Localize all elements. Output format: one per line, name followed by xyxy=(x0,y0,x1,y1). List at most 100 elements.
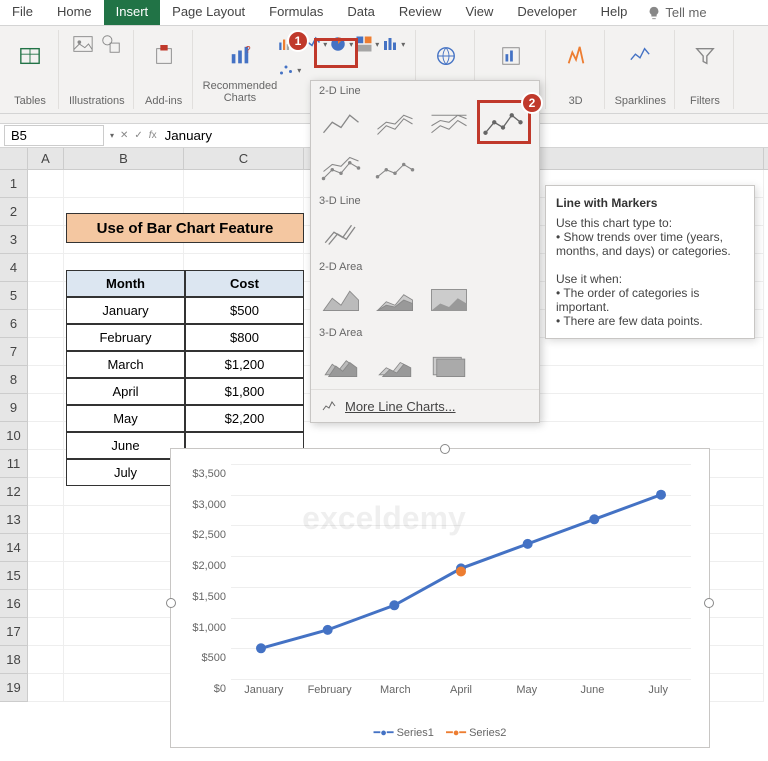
row-header[interactable]: 15 xyxy=(0,562,28,590)
3d-area-stacked-icon[interactable] xyxy=(371,347,419,385)
area-icon[interactable] xyxy=(317,281,365,319)
tab-view[interactable]: View xyxy=(453,0,505,25)
cell[interactable] xyxy=(28,282,64,310)
cell[interactable] xyxy=(28,366,64,394)
col-header-c[interactable]: C xyxy=(184,148,304,169)
tab-pagelayout[interactable]: Page Layout xyxy=(160,0,257,25)
recommended-charts-button[interactable]: ? xyxy=(220,32,260,80)
td-month[interactable]: May xyxy=(66,405,185,432)
row-header[interactable]: 11 xyxy=(0,450,28,478)
line-stacked-icon[interactable] xyxy=(371,105,419,143)
cell[interactable] xyxy=(184,170,304,198)
fx-icon[interactable]: fx xyxy=(149,130,157,141)
row-header[interactable]: 5 xyxy=(0,282,28,310)
name-box[interactable] xyxy=(4,125,104,146)
row-header[interactable]: 10 xyxy=(0,422,28,450)
tables-button[interactable] xyxy=(10,32,50,80)
cell[interactable] xyxy=(64,170,184,198)
cancel-icon[interactable]: ✕ xyxy=(120,130,128,141)
cell[interactable] xyxy=(28,478,64,506)
tab-home[interactable]: Home xyxy=(45,0,104,25)
cell[interactable] xyxy=(28,338,64,366)
td-cost[interactable]: $1,800 xyxy=(185,378,304,405)
cell[interactable] xyxy=(28,422,64,450)
tab-review[interactable]: Review xyxy=(387,0,454,25)
more-line-charts[interactable]: More Line Charts... xyxy=(311,389,539,422)
row-header[interactable]: 2 xyxy=(0,198,28,226)
tell-me[interactable]: Tell me xyxy=(639,0,714,25)
cell[interactable] xyxy=(64,646,184,674)
td-cost[interactable]: $1,200 xyxy=(185,351,304,378)
3dmap-button[interactable] xyxy=(556,32,596,80)
cell[interactable] xyxy=(28,198,64,226)
row-header[interactable]: 16 xyxy=(0,590,28,618)
3d-line-icon[interactable] xyxy=(317,215,365,253)
plot-area[interactable] xyxy=(231,464,691,679)
cell[interactable] xyxy=(28,394,64,422)
cell[interactable] xyxy=(28,310,64,338)
cell[interactable] xyxy=(28,170,64,198)
row-header[interactable]: 9 xyxy=(0,394,28,422)
addins-button[interactable] xyxy=(144,32,184,80)
row-header[interactable]: 13 xyxy=(0,506,28,534)
cell[interactable] xyxy=(64,562,184,590)
td-month[interactable]: February xyxy=(66,324,185,351)
cell[interactable] xyxy=(64,534,184,562)
pivotchart-button[interactable] xyxy=(491,32,531,80)
cell[interactable] xyxy=(28,506,64,534)
td-month[interactable]: July xyxy=(66,459,185,486)
row-header[interactable]: 1 xyxy=(0,170,28,198)
col-header-a[interactable]: A xyxy=(28,148,64,169)
enter-icon[interactable]: ✓ xyxy=(134,130,142,141)
row-header[interactable]: 3 xyxy=(0,226,28,254)
cell[interactable] xyxy=(28,534,64,562)
row-header[interactable]: 12 xyxy=(0,478,28,506)
3d-area-icon[interactable] xyxy=(317,347,365,385)
select-all-corner[interactable] xyxy=(0,148,28,169)
row-header[interactable]: 17 xyxy=(0,618,28,646)
tab-developer[interactable]: Developer xyxy=(505,0,588,25)
tab-formulas[interactable]: Formulas xyxy=(257,0,335,25)
td-cost[interactable]: $2,200 xyxy=(185,405,304,432)
td-month[interactable]: March xyxy=(66,351,185,378)
cell[interactable] xyxy=(28,618,64,646)
pictures-button[interactable] xyxy=(71,32,95,56)
row-header[interactable]: 8 xyxy=(0,366,28,394)
row-header[interactable]: 14 xyxy=(0,534,28,562)
cell[interactable] xyxy=(64,506,184,534)
col-header-b[interactable]: B xyxy=(64,148,184,169)
td-month[interactable]: April xyxy=(66,378,185,405)
statistic-chart-button[interactable]: ▾ xyxy=(381,32,405,56)
cell[interactable] xyxy=(304,422,764,450)
line-100stacked-icon[interactable] xyxy=(425,105,473,143)
tab-insert[interactable]: Insert xyxy=(104,0,161,25)
cell[interactable] xyxy=(28,226,64,254)
cell[interactable] xyxy=(28,450,64,478)
cell[interactable] xyxy=(28,562,64,590)
cell[interactable] xyxy=(28,590,64,618)
3d-area-100-icon[interactable] xyxy=(425,347,473,385)
cell[interactable] xyxy=(28,674,64,702)
embedded-chart[interactable]: $0$500$1,000$1,500$2,000$2,500$3,000$3,5… xyxy=(170,448,710,748)
td-month[interactable]: June xyxy=(66,432,185,459)
td-cost[interactable]: $500 xyxy=(185,297,304,324)
tab-file[interactable]: File xyxy=(0,0,45,25)
area-100-icon[interactable] xyxy=(425,281,473,319)
sparklines-button[interactable] xyxy=(620,32,660,80)
line-100stacked-markers-icon[interactable] xyxy=(371,149,419,187)
row-header[interactable]: 18 xyxy=(0,646,28,674)
line-stacked-markers-icon[interactable] xyxy=(317,149,365,187)
cell[interactable] xyxy=(28,646,64,674)
tab-help[interactable]: Help xyxy=(589,0,640,25)
row-header[interactable]: 19 xyxy=(0,674,28,702)
row-header[interactable]: 7 xyxy=(0,338,28,366)
cell[interactable] xyxy=(64,674,184,702)
cell[interactable] xyxy=(28,254,64,282)
filters-button[interactable] xyxy=(685,32,725,80)
row-header[interactable]: 4 xyxy=(0,254,28,282)
scatter-chart-button[interactable]: ▾ xyxy=(277,58,301,82)
area-stacked-icon[interactable] xyxy=(371,281,419,319)
tab-data[interactable]: Data xyxy=(335,0,386,25)
td-cost[interactable]: $800 xyxy=(185,324,304,351)
td-month[interactable]: January xyxy=(66,297,185,324)
